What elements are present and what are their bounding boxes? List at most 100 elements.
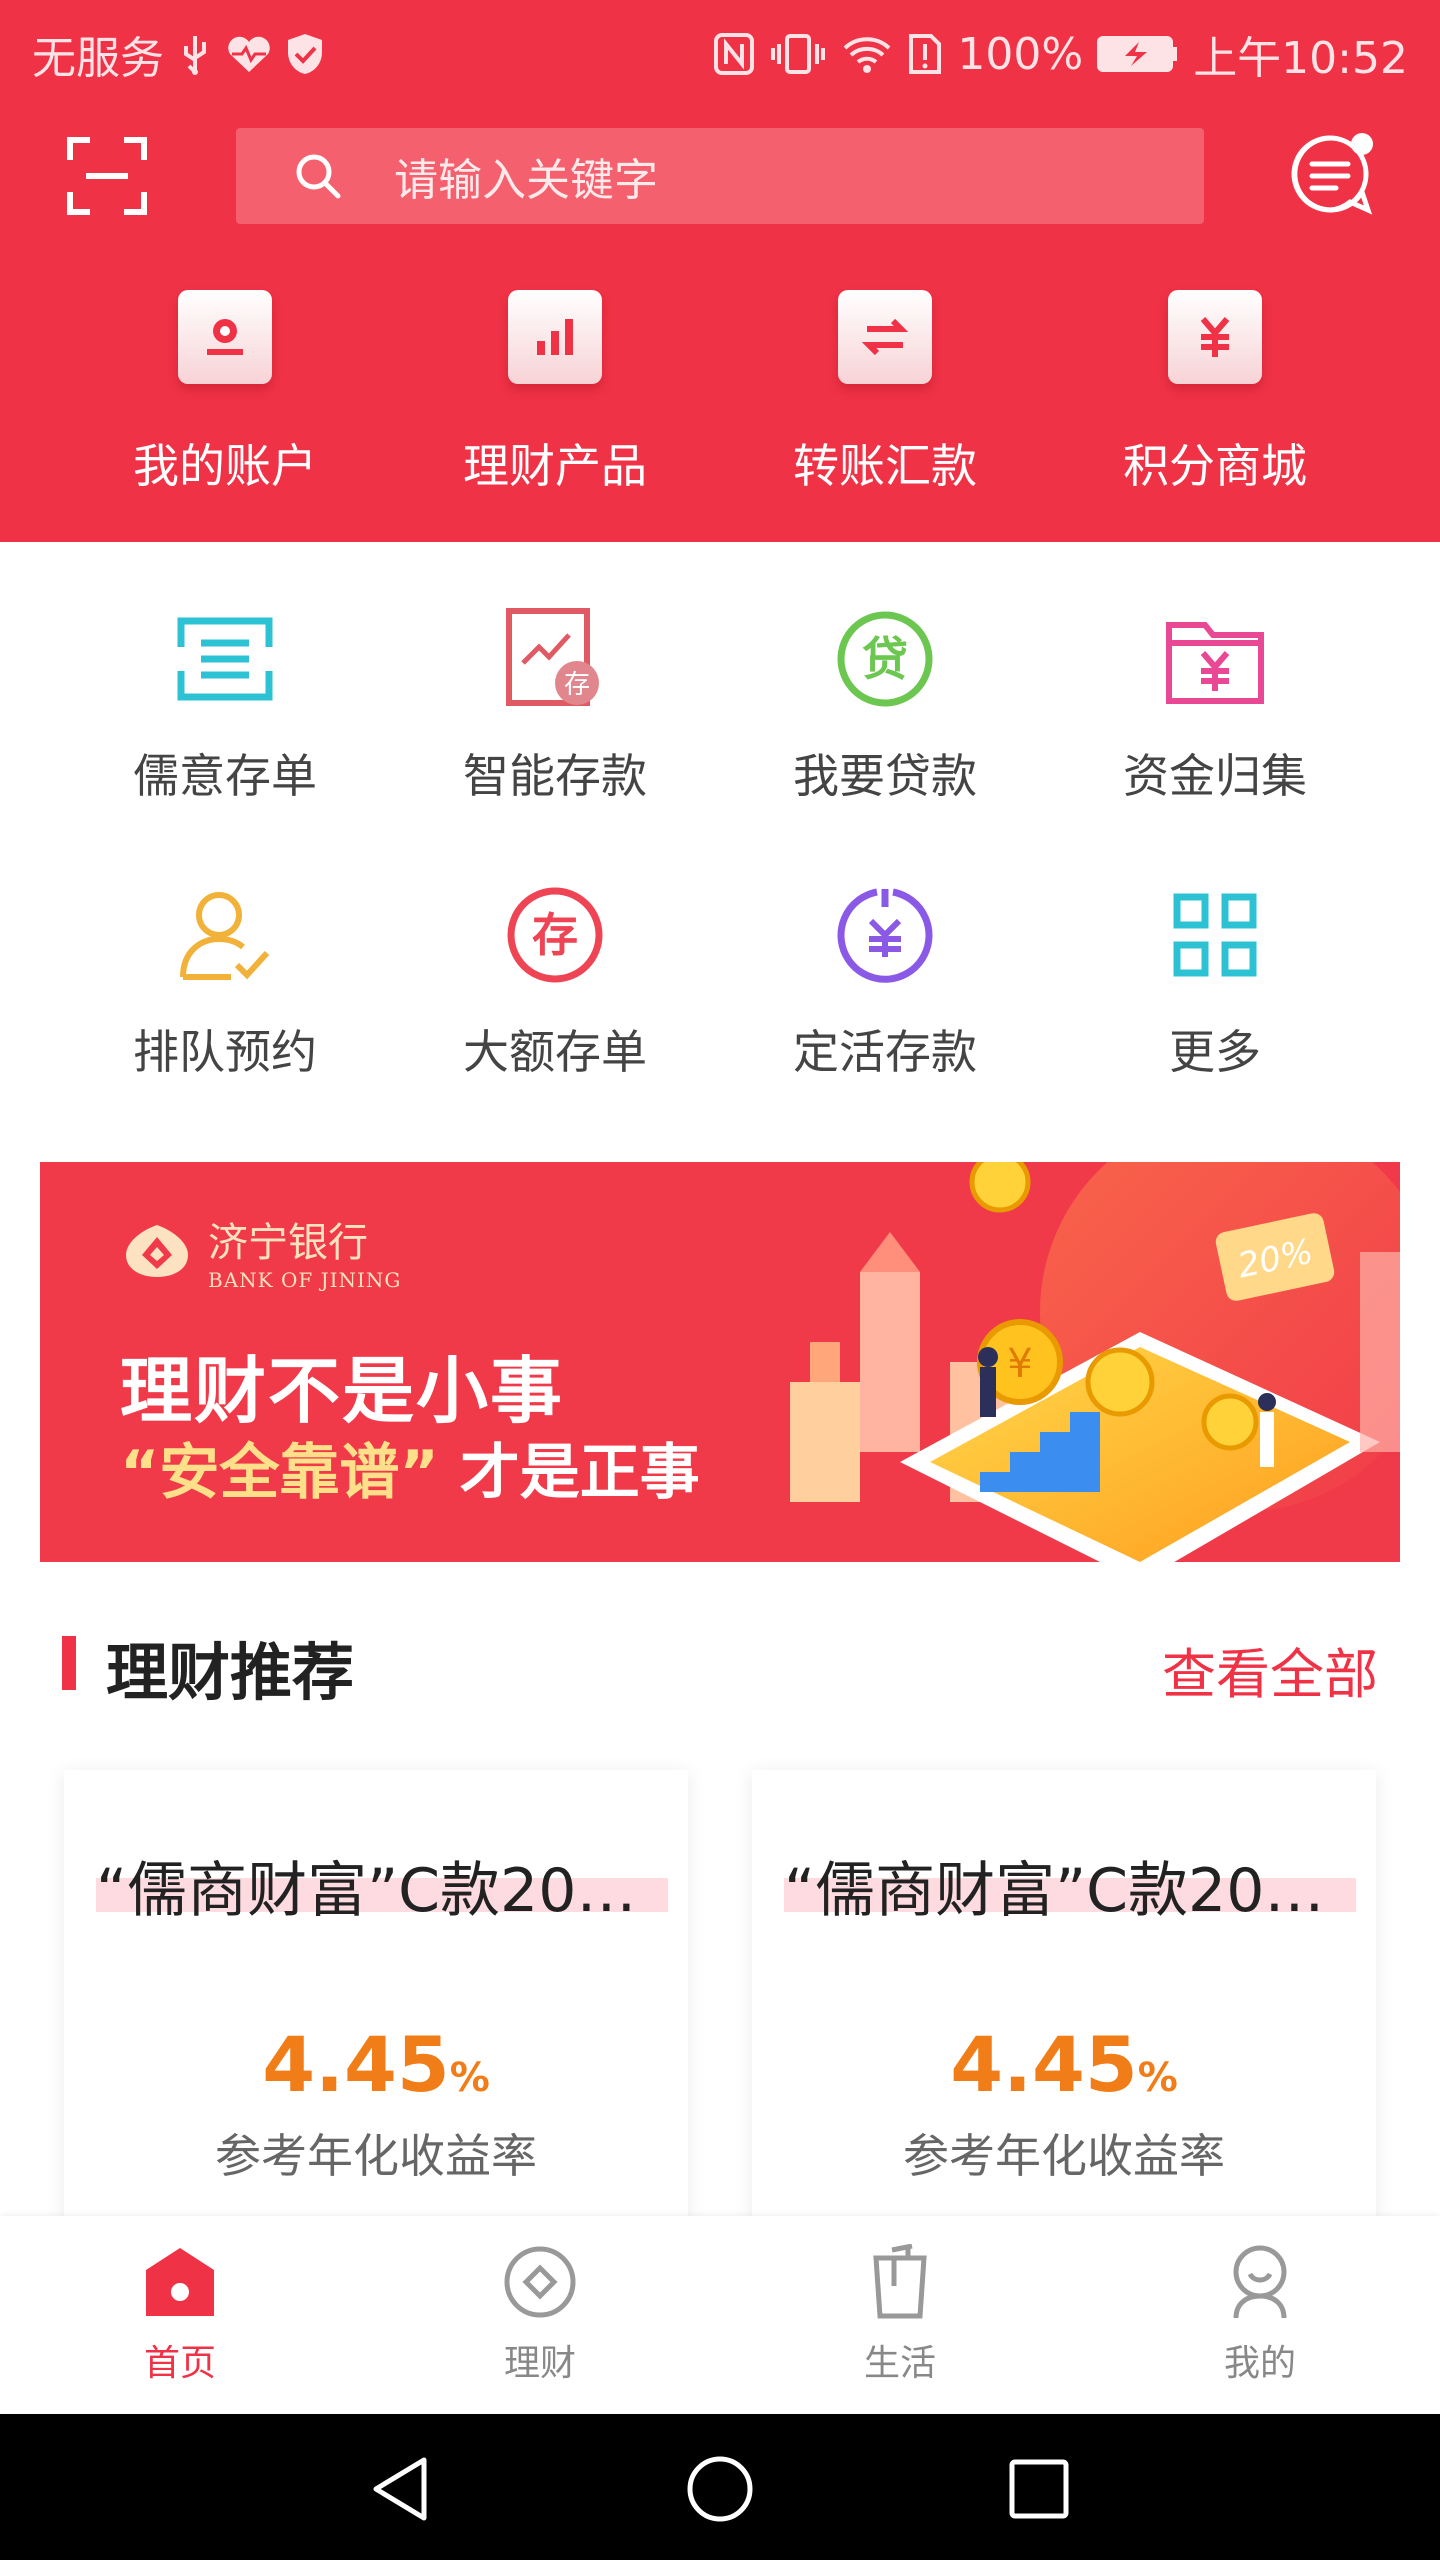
nav-points-mall[interactable]: 积分商城 <box>1050 290 1380 520</box>
search-icon <box>296 154 341 199</box>
top-nav: 我的账户 理财产品 转账汇款 积分商城 <box>0 290 1440 520</box>
list-icon <box>170 604 280 714</box>
rate-unit: % <box>1137 2055 1178 2101</box>
tab-label: 我的 <box>1223 2343 1296 2384</box>
service-label: 儒意存单 <box>133 749 317 803</box>
bank-logo-icon <box>126 1225 188 1277</box>
service-smart-deposit[interactable]: 存 智能存款 <box>390 604 720 844</box>
message-icon <box>1291 133 1373 215</box>
rate-description: 参考年化收益率 <box>903 2129 1225 2183</box>
svg-text:存: 存 <box>564 670 590 700</box>
scan-icon <box>67 137 147 215</box>
bar-chart-icon <box>508 290 602 384</box>
tab-wealth[interactable]: 理财 <box>440 2244 640 2404</box>
service-ruyi-deposit[interactable]: 儒意存单 <box>60 604 390 844</box>
carrier-text: 无服务 <box>32 33 164 84</box>
service-label: 更多 <box>1169 1025 1261 1079</box>
health-icon <box>226 34 272 74</box>
alert-icon <box>907 32 943 76</box>
product-title: “儒商财富”C款201… <box>96 1856 668 1926</box>
service-label: 我要贷款 <box>793 749 977 803</box>
tab-life[interactable]: 生活 <box>800 2244 1000 2404</box>
promo-banner[interactable]: 济宁银行 BANK OF JINING 理财不是小事 “安全靠谱” 才是正事 ¥ <box>40 1162 1400 1562</box>
tab-label: 生活 <box>863 2343 936 2384</box>
account-icon <box>178 290 272 384</box>
scan-button[interactable] <box>66 136 148 216</box>
product-title: “儒商财富”C款201… <box>784 1856 1356 1926</box>
banner-headline: 理财不是小事 <box>120 1349 565 1433</box>
nav-label: 积分商城 <box>1123 439 1307 493</box>
rate-unit: % <box>449 2055 490 2101</box>
person-check-icon <box>170 880 280 990</box>
shield-icon <box>286 32 324 76</box>
view-all-link[interactable]: 查看全部 <box>1162 1630 1378 1709</box>
banner-sub-rest: 才是正事 <box>459 1438 700 1508</box>
folder-yuan-icon <box>1160 604 1270 714</box>
usb-icon <box>178 32 212 76</box>
transfer-icon <box>838 290 932 384</box>
banner-illustration: ¥ 20% <box>790 1162 1400 1562</box>
svg-text:存: 存 <box>532 908 578 962</box>
trend-deposit-icon: 存 <box>500 604 610 714</box>
user-icon <box>1233 2245 1287 2319</box>
status-bar: 无服务 100% 上午10:52 <box>0 0 1440 100</box>
loan-icon: 贷 <box>830 604 940 714</box>
service-apply-loan[interactable]: 贷 我要贷款 <box>720 604 1050 844</box>
message-button[interactable] <box>1288 130 1378 220</box>
banner-sub-highlight: “安全靠谱” <box>120 1438 439 1508</box>
search-input[interactable]: 请输入关键字 <box>236 128 1204 224</box>
tab-home[interactable]: 首页 <box>80 2244 280 2404</box>
svg-text:¥: ¥ <box>1007 1341 1032 1387</box>
service-label: 资金归集 <box>1123 749 1307 803</box>
cup-icon <box>873 2244 927 2319</box>
bank-name-cn: 济宁银行 <box>208 1220 368 1266</box>
svg-text:贷: 贷 <box>862 632 908 686</box>
service-large-deposit[interactable]: 存 大额存单 <box>390 880 720 1120</box>
battery-icon <box>1097 34 1179 74</box>
product-rate: 4.45% <box>64 2020 688 2109</box>
recommend-section-header: 理财推荐 查看全部 <box>62 1618 1378 1709</box>
home-circle-icon[interactable] <box>685 2454 755 2524</box>
nav-label: 我的账户 <box>133 439 317 493</box>
banner-subline: “安全靠谱” 才是正事 <box>120 1424 700 1511</box>
grid-icon <box>1160 880 1270 990</box>
bank-name-en: BANK OF JINING <box>208 1268 402 1292</box>
service-fund-collection[interactable]: 资金归集 <box>1050 604 1380 844</box>
nav-transfer[interactable]: 转账汇款 <box>720 290 1050 520</box>
tab-label: 首页 <box>143 2343 216 2384</box>
bottom-tab-bar: 首页 理财 生活 我的 <box>0 2216 1440 2414</box>
system-navigation-bar <box>0 2414 1440 2560</box>
service-label: 排队预约 <box>133 1025 317 1079</box>
service-queue-booking[interactable]: 排队预约 <box>60 880 390 1120</box>
service-more[interactable]: 更多 <box>1050 880 1380 1120</box>
rate-value: 4.45 <box>950 2020 1138 2109</box>
service-label: 定活存款 <box>793 1025 977 1079</box>
nav-my-account[interactable]: 我的账户 <box>60 290 390 520</box>
service-label: 大额存单 <box>463 1025 647 1079</box>
service-fixed-current-deposit[interactable]: 定活存款 <box>720 880 1050 1120</box>
search-placeholder: 请输入关键字 <box>394 155 658 206</box>
tab-mine[interactable]: 我的 <box>1160 2244 1360 2404</box>
coin-icon <box>504 2246 576 2318</box>
section-accent-bar <box>62 1636 76 1690</box>
rate-value: 4.45 <box>262 2020 450 2109</box>
product-card[interactable]: “儒商财富”C款201… 4.45% 参考年化收益率 <box>64 1770 688 2250</box>
rate-description: 参考年化收益率 <box>215 2129 537 2183</box>
bank-logo: 济宁银行 BANK OF JINING <box>120 1210 401 1292</box>
yuan-circle-icon <box>830 880 940 990</box>
wifi-icon <box>841 32 893 76</box>
battery-percent: 100% <box>957 28 1084 80</box>
nav-label: 理财产品 <box>463 439 647 493</box>
product-card[interactable]: “儒商财富”C款201… 4.45% 参考年化收益率 <box>752 1770 1376 2250</box>
section-title: 理财推荐 <box>106 1636 355 1709</box>
nav-label: 转账汇款 <box>793 439 977 493</box>
service-label: 智能存款 <box>463 749 647 803</box>
yuan-icon <box>1168 290 1262 384</box>
vibrate-icon <box>769 32 827 76</box>
recents-icon[interactable] <box>1004 2454 1074 2524</box>
home-icon <box>146 2248 214 2316</box>
product-rate: 4.45% <box>752 2020 1376 2109</box>
nav-wealth-products[interactable]: 理财产品 <box>390 290 720 520</box>
back-icon[interactable] <box>366 2454 436 2524</box>
clock-text: 上午10:52 <box>1193 33 1408 84</box>
